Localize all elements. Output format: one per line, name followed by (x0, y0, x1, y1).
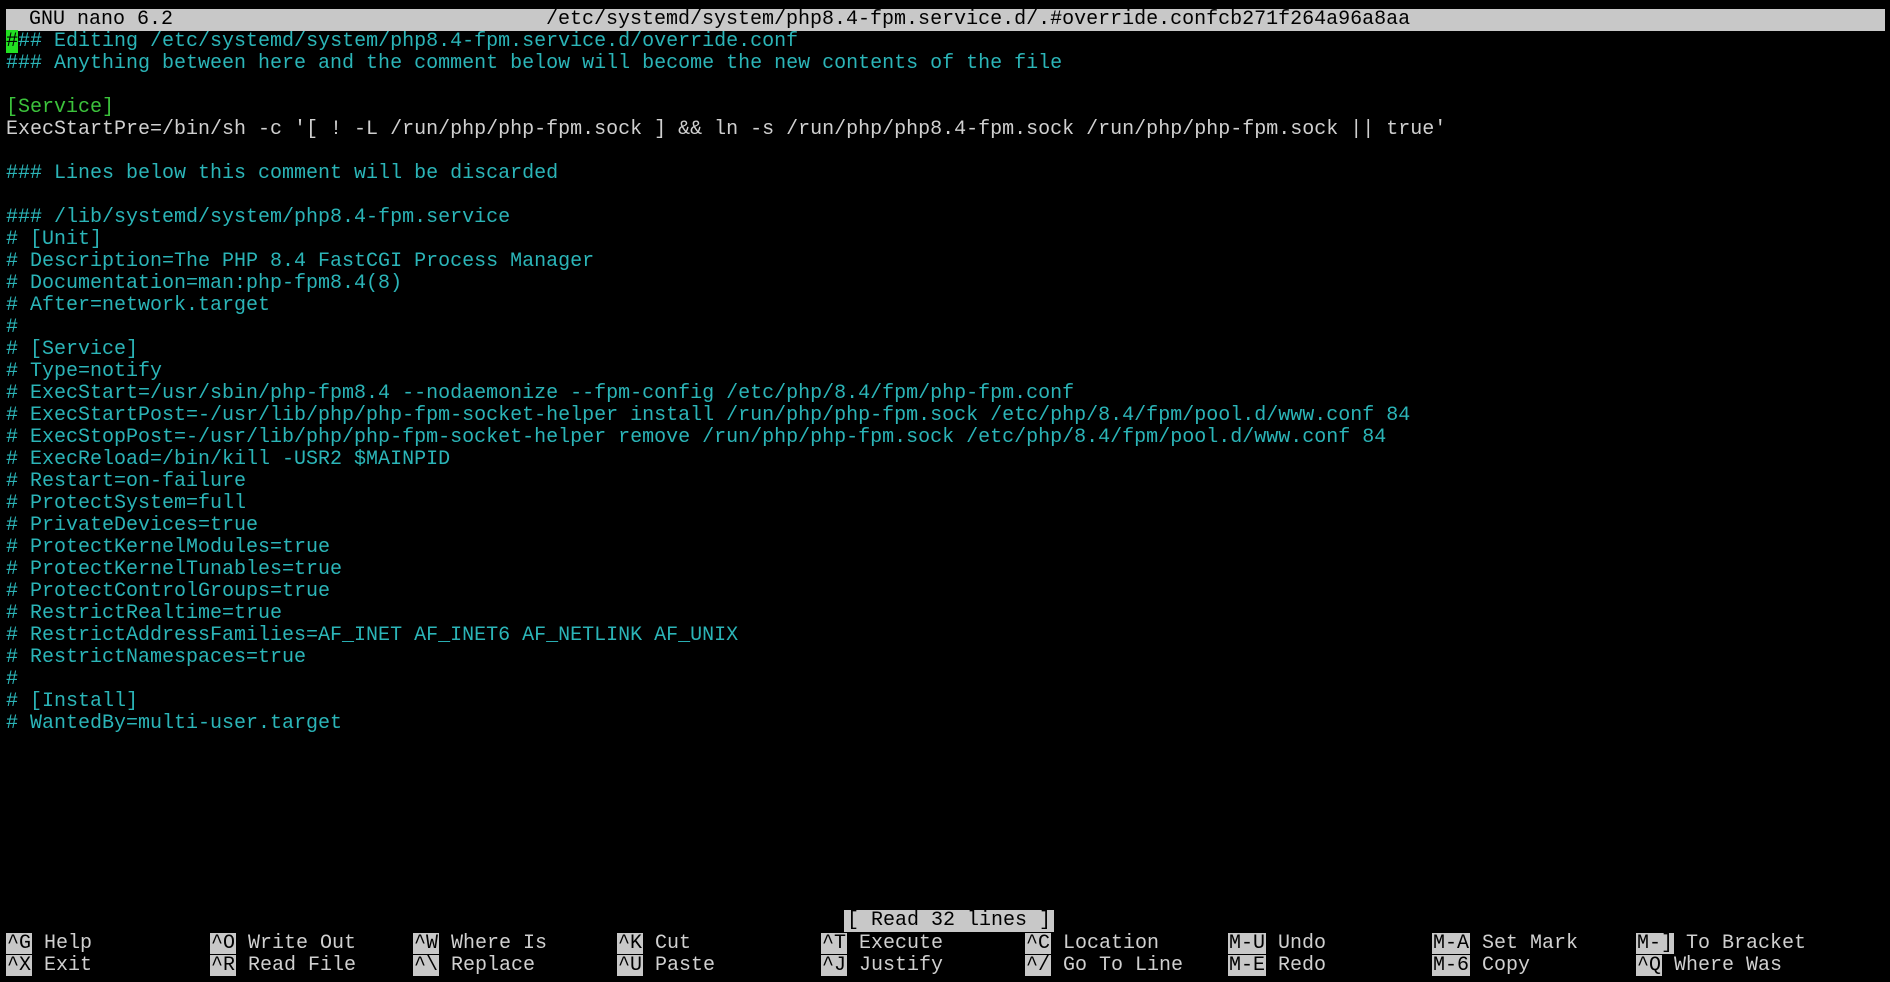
shortcut-key: M-6 (1432, 954, 1471, 977)
shortcut-execute[interactable]: ^T Execute (821, 933, 943, 955)
editor-line-17[interactable]: # ExecStart=/usr/sbin/php-fpm8.4 --nodae… (6, 383, 1074, 405)
shortcut-label: Copy (1482, 954, 1531, 977)
shortcut-redo[interactable]: M-E Redo (1228, 955, 1326, 977)
editor-line-21[interactable]: # Restart=on-failure (6, 471, 246, 493)
shortcut-set-mark[interactable]: M-A Set Mark (1432, 933, 1578, 955)
editor-line-16[interactable]: # Type=notify (6, 361, 162, 383)
editor-line-32[interactable]: # WantedBy=multi-user.target (6, 713, 342, 735)
shortcut-key: ^G (6, 932, 33, 955)
shortcut-label: Set Mark (1482, 932, 1579, 955)
editor-line-12[interactable]: # Documentation=man:php-fpm8.4(8) (6, 273, 402, 295)
editor-line-7[interactable]: ### Lines below this comment will be dis… (6, 163, 558, 185)
shortcut-label: Exit (44, 954, 93, 977)
editor-line-1[interactable]: ### Editing /etc/systemd/system/php8.4-f… (6, 30, 799, 53)
editor-line-22[interactable]: # ProtectSystem=full (6, 493, 246, 515)
editor-line-25[interactable]: # ProtectKernelTunables=true (6, 559, 342, 581)
shortcut-where-is[interactable]: ^W Where Is (413, 933, 547, 955)
shortcut-location[interactable]: ^C Location (1025, 933, 1159, 955)
shortcut-label: Where Is (451, 932, 548, 955)
shortcut-key: ^Q (1636, 954, 1663, 977)
shortcut-undo[interactable]: M-U Undo (1228, 933, 1326, 955)
editor-line-23[interactable]: # PrivateDevices=true (6, 515, 258, 537)
shortcut-key: M-] (1636, 932, 1675, 955)
shortcut-label: Help (44, 932, 93, 955)
editor-line-15[interactable]: # [Service] (6, 339, 138, 361)
shortcut-key: M-E (1228, 954, 1267, 977)
title-bar: GNU nano 6.2 /etc/systemd/system/php8.4-… (6, 9, 1885, 31)
shortcut-where-was[interactable]: ^Q Where Was (1636, 955, 1782, 977)
shortcut-key: ^R (210, 954, 237, 977)
editor-line-29[interactable]: # RestrictNamespaces=true (6, 647, 306, 669)
shortcut-key: ^X (6, 954, 33, 977)
shortcut-label: Where Was (1674, 954, 1783, 977)
editor-line-10[interactable]: # [Unit] (6, 229, 102, 251)
shortcut-label: Write Out (248, 932, 357, 955)
editor-line-13[interactable]: # After=network.target (6, 295, 270, 317)
editor-line-26[interactable]: # ProtectControlGroups=true (6, 581, 330, 603)
shortcut-write-out[interactable]: ^O Write Out (210, 933, 356, 955)
shortcut-label: Go To Line (1063, 954, 1184, 977)
editor-line-27[interactable]: # RestrictRealtime=true (6, 603, 282, 625)
shortcut-key: M-A (1432, 932, 1471, 955)
shortcut-label: Execute (859, 932, 944, 955)
shortcut-label: Cut (655, 932, 692, 955)
shortcut-key: ^W (413, 932, 440, 955)
shortcut-label: Paste (655, 954, 716, 977)
shortcut-key: ^T (821, 932, 848, 955)
shortcut-label: Location (1063, 932, 1160, 955)
editor-line-24[interactable]: # ProtectKernelModules=true (6, 537, 330, 559)
shortcut-cut[interactable]: ^K Cut (617, 933, 691, 955)
editor-line-1-text: ## Editing /etc/systemd/system/php8.4-fp… (18, 30, 799, 53)
shortcut-key: ^J (821, 954, 848, 977)
shortcut-key: ^C (1025, 932, 1052, 955)
editor-line-30[interactable]: # (6, 669, 18, 691)
app-name: GNU nano 6.2 (29, 8, 174, 31)
editor-line-9[interactable]: ### /lib/systemd/system/php8.4-fpm.servi… (6, 207, 510, 229)
editor-line-11[interactable]: # Description=The PHP 8.4 FastCGI Proces… (6, 251, 594, 273)
text-cursor: # (6, 30, 19, 53)
shortcut-key: M-U (1228, 932, 1267, 955)
shortcut-copy[interactable]: M-6 Copy (1432, 955, 1530, 977)
shortcut-label: Redo (1278, 954, 1327, 977)
file-path: /etc/systemd/system/php8.4-fpm.service.d… (546, 8, 1411, 31)
editor-line-31[interactable]: # [Install] (6, 691, 138, 713)
editor-line-18[interactable]: # ExecStartPost=-/usr/lib/php/php-fpm-so… (6, 405, 1410, 427)
editor-line-28[interactable]: # RestrictAddressFamilies=AF_INET AF_INE… (6, 625, 738, 647)
shortcut-label: Read File (248, 954, 357, 977)
shortcut-key: ^U (617, 954, 644, 977)
shortcut-key: ^O (210, 932, 237, 955)
shortcut-label: Undo (1278, 932, 1327, 955)
editor-line-20[interactable]: # ExecReload=/bin/kill -USR2 $MAINPID (6, 449, 450, 471)
shortcut-label: Justify (859, 954, 944, 977)
shortcut-label: To Bracket (1686, 932, 1807, 955)
shortcut-key: ^/ (1025, 954, 1052, 977)
status-message: [ Read 32 lines ] (844, 910, 1055, 932)
editor-line-19[interactable]: # ExecStopPost=-/usr/lib/php/php-fpm-soc… (6, 427, 1386, 449)
shortcut-replace[interactable]: ^\ Replace (413, 955, 535, 977)
editor-line-4[interactable]: [Service] (6, 97, 114, 119)
editor-line-5[interactable]: ExecStartPre=/bin/sh -c '[ ! -L /run/php… (6, 119, 1446, 141)
editor-line-2[interactable]: ### Anything between here and the commen… (6, 53, 1062, 75)
editor-line-14[interactable]: # (6, 317, 18, 339)
shortcut-help[interactable]: ^G Help (6, 933, 92, 955)
shortcut-go-to-line[interactable]: ^/ Go To Line (1025, 955, 1183, 977)
shortcut-key: ^K (617, 932, 644, 955)
shortcut-justify[interactable]: ^J Justify (821, 955, 943, 977)
shortcut-label: Replace (451, 954, 536, 977)
shortcut-key: ^\ (413, 954, 440, 977)
shortcut-to-bracket[interactable]: M-] To Bracket (1636, 933, 1806, 955)
shortcut-exit[interactable]: ^X Exit (6, 955, 92, 977)
shortcut-read-file[interactable]: ^R Read File (210, 955, 356, 977)
shortcut-paste[interactable]: ^U Paste (617, 955, 715, 977)
